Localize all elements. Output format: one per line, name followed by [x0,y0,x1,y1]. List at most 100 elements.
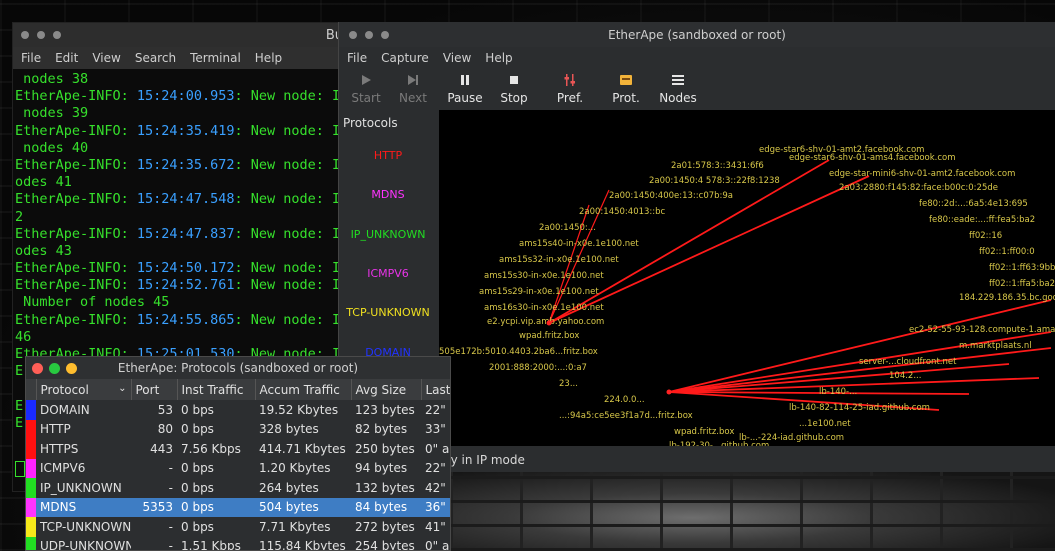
menu-terminal[interactable]: Terminal [190,51,241,65]
next-button[interactable]: Next [387,69,439,109]
node-label[interactable]: ...:94a5:ce5ee3f1a7d...fritz.box [559,411,693,421]
node-label[interactable]: ec2-52-55-93-128.compute-1.amazonaws.com [909,325,1055,335]
close-dot-icon[interactable] [21,31,29,39]
node-label[interactable]: 2a00:1450:4 578:3::22f8:1238 [649,176,780,186]
menu-file[interactable]: File [21,51,41,65]
accum-traffic-column-header[interactable]: Accum Traffic [255,379,352,400]
accum-traffic-cell: 19.52 Kbytes [259,402,339,417]
terminal-line: odes 41 [15,174,72,191]
table-row[interactable]: MDNS53530 bps504 bytes84 bytes36" a [26,497,450,517]
etherape-menubar: File Capture View Help [339,47,1055,69]
port-cell: - [168,539,173,551]
node-label[interactable]: edge-star-mini6-shv-01-amt2.facebook.com [829,169,1015,179]
node-label[interactable]: 23... [559,379,578,389]
table-row[interactable]: IP_UNKNOWN -0 bps 264 bytes 132 bytes 42" a [26,478,450,498]
avg-size-column-header[interactable]: Avg Size [351,379,422,400]
node-label[interactable]: fe80::eade:...:ff:fea5:ba2 [929,215,1035,225]
node-label[interactable]: ams15s30-in-x0e.1e100.net [484,271,604,281]
last-cell: 33" a [425,422,450,437]
node-label[interactable]: ff02::16 [969,231,1002,241]
protocol-column-header[interactable]: Protocol ⌄ [36,379,132,400]
node-label[interactable]: m.marktplaats.nl [959,341,1032,351]
network-graph[interactable]: edge-star6-shv-01-amt2.facebook.comedge-… [439,110,1055,446]
node-label[interactable]: 2001:888:2000:...:0:a7 [489,363,587,373]
menu-search[interactable]: Search [135,51,176,65]
node-label[interactable]: ...1e100.net [799,419,851,429]
protocols-table[interactable]: Protocol ⌄ Port Inst Traffic Accum Traff… [26,379,450,551]
table-row[interactable]: TCP-UNKNOWN -0 bps 7.71 Kbytes 272 bytes 41"… [26,517,450,537]
protocols-button[interactable]: Prot. [603,69,649,109]
menu-file[interactable]: File [347,51,367,65]
node-hub[interactable] [546,320,552,326]
terminal-titlebar[interactable]: Bu [13,23,351,47]
table-row[interactable]: HTTP 80 0 bps 328 bytes 82 bytes 33" a [26,419,450,439]
node-label[interactable]: edge-star6-shv-01-ams4.facebook.com [789,153,956,163]
nodes-button[interactable]: Nodes [649,69,707,109]
node-label[interactable]: ams15s32-in-x0e.1e100.net [499,255,619,265]
status-bar: ny in IP mode [439,446,1055,472]
menu-help[interactable]: Help [255,51,282,65]
node-label[interactable]: ams16s30-in-x0e.1e100.net [484,303,604,313]
node-label[interactable]: 505e172b:5010.4403.2ba6...fritz.box [439,347,598,357]
legend-item-mdns[interactable]: MDNS [339,175,437,214]
node-label[interactable]: server-...cloudfront.net [859,357,957,367]
node-hub[interactable] [666,389,672,395]
etherape-titlebar[interactable]: EtherApe (sandboxed or root) [339,22,1055,47]
node-label[interactable]: 104.2... [889,371,921,381]
node-label[interactable]: 2a03:2880:f145:82:face:b00c:0:25de [839,183,998,193]
table-row[interactable]: UDP-UNKNOWN -1.51 Kbps 115.84 Kbytes 254 by… [26,536,450,551]
protocol-legend: HTTP MDNS IP_UNKNOWN ICMPV6 TCP-UNKNOWN DOMAI… [339,136,437,372]
node-label[interactable]: ff02::1:ffa5:ba2 [989,279,1055,289]
preferences-button[interactable]: Pref. [537,69,603,109]
start-button[interactable]: Start [345,69,387,109]
maximize-dot-icon[interactable] [53,31,61,39]
node-label[interactable]: lb-140-82-114-25-iad.github.com [789,403,930,413]
network-graph-canvas[interactable]: edge-star6-shv-01-amt2.facebook.com edge-… [439,110,1055,446]
menu-view[interactable]: View [92,51,120,65]
node-label[interactable]: ams15s40-in-x0e.1e100.net [519,239,639,249]
close-icon[interactable] [32,362,43,374]
node-label[interactable]: ams15s29-in-x0e.1e100.net [479,287,599,297]
node-label[interactable]: ff02::1:ff63:9bb3 [989,263,1055,273]
legend-item-http[interactable]: HTTP [339,136,437,175]
last-cell: 42" a [425,480,450,495]
node-label[interactable]: e2.ycpi.vip.amb.yahoo.com [487,317,604,327]
node-label[interactable]: 184.229.186.35.bc.googleusercontent.com [959,293,1055,303]
protocols-title: EtherApe: Protocols (sandboxed or root) [117,361,359,375]
maximize-icon[interactable] [49,362,60,374]
node-label[interactable]: 2a01:578:3::3431:6f6 [671,161,764,171]
protocols-titlebar[interactable]: EtherApe: Protocols (sandboxed or root) [26,357,450,379]
table-row[interactable]: HTTPS 443 7.56 Kbps 414.71 Kbytes 250 bytes 0… [26,439,450,459]
menu-edit[interactable]: Edit [55,51,78,65]
sidebar-title: Protocols [343,116,398,130]
node-label[interactable]: 2a00:1450:4013::bc [579,207,666,217]
node-label[interactable]: 2a00:1450:400e:13::c07b:9a [609,191,733,201]
legend-item-icmpv6[interactable]: ICMPV6 [339,254,437,293]
legend-item-tcp-unknown[interactable]: TCP-UNKNOWN [339,293,437,332]
minimize-icon[interactable] [66,362,77,374]
minimize-dot-icon[interactable] [37,31,45,39]
accum-traffic-cell: 1.20 Kbytes [259,461,331,476]
node-label[interactable]: 224.0.0... [604,395,645,405]
legend-item-ip-unknown[interactable]: IP_UNKNOWN [339,215,437,254]
protocol-color-swatch [26,458,36,478]
port-column-header[interactable]: Port [131,379,178,400]
node-label[interactable]: 2a00:1450:... [539,223,596,233]
menu-view[interactable]: View [443,51,471,65]
node-label[interactable]: lb-140-... [819,387,857,397]
stop-button[interactable]: Stop [491,69,537,109]
inst-traffic-column-header[interactable]: Inst Traffic [177,379,256,400]
node-label[interactable]: fe80::2d:...:6a5:4e13:695 [919,199,1028,209]
node-label[interactable]: ff02::1:ff00:0 [979,247,1035,257]
menu-capture[interactable]: Capture [381,51,429,65]
node-label[interactable]: wpad.fritz.box [519,331,579,341]
protocols-window[interactable]: EtherApe: Protocols (sandboxed or root) … [25,356,451,551]
pause-button[interactable]: Pause [439,69,491,109]
table-row[interactable]: ICMPV6 -0 bps 1.20 Kbytes 94 bytes 22" a [26,458,450,478]
last-column-header[interactable]: Last [421,379,450,400]
menu-help[interactable]: Help [485,51,512,65]
port-cell: 53 [157,402,173,417]
node-label[interactable]: wpad.fritz.box [674,427,734,437]
table-row[interactable]: DOMAIN 53 0 bps 19.52 Kbytes 123 bytes 22" a [26,400,450,420]
protocol-color-swatch [26,419,36,439]
